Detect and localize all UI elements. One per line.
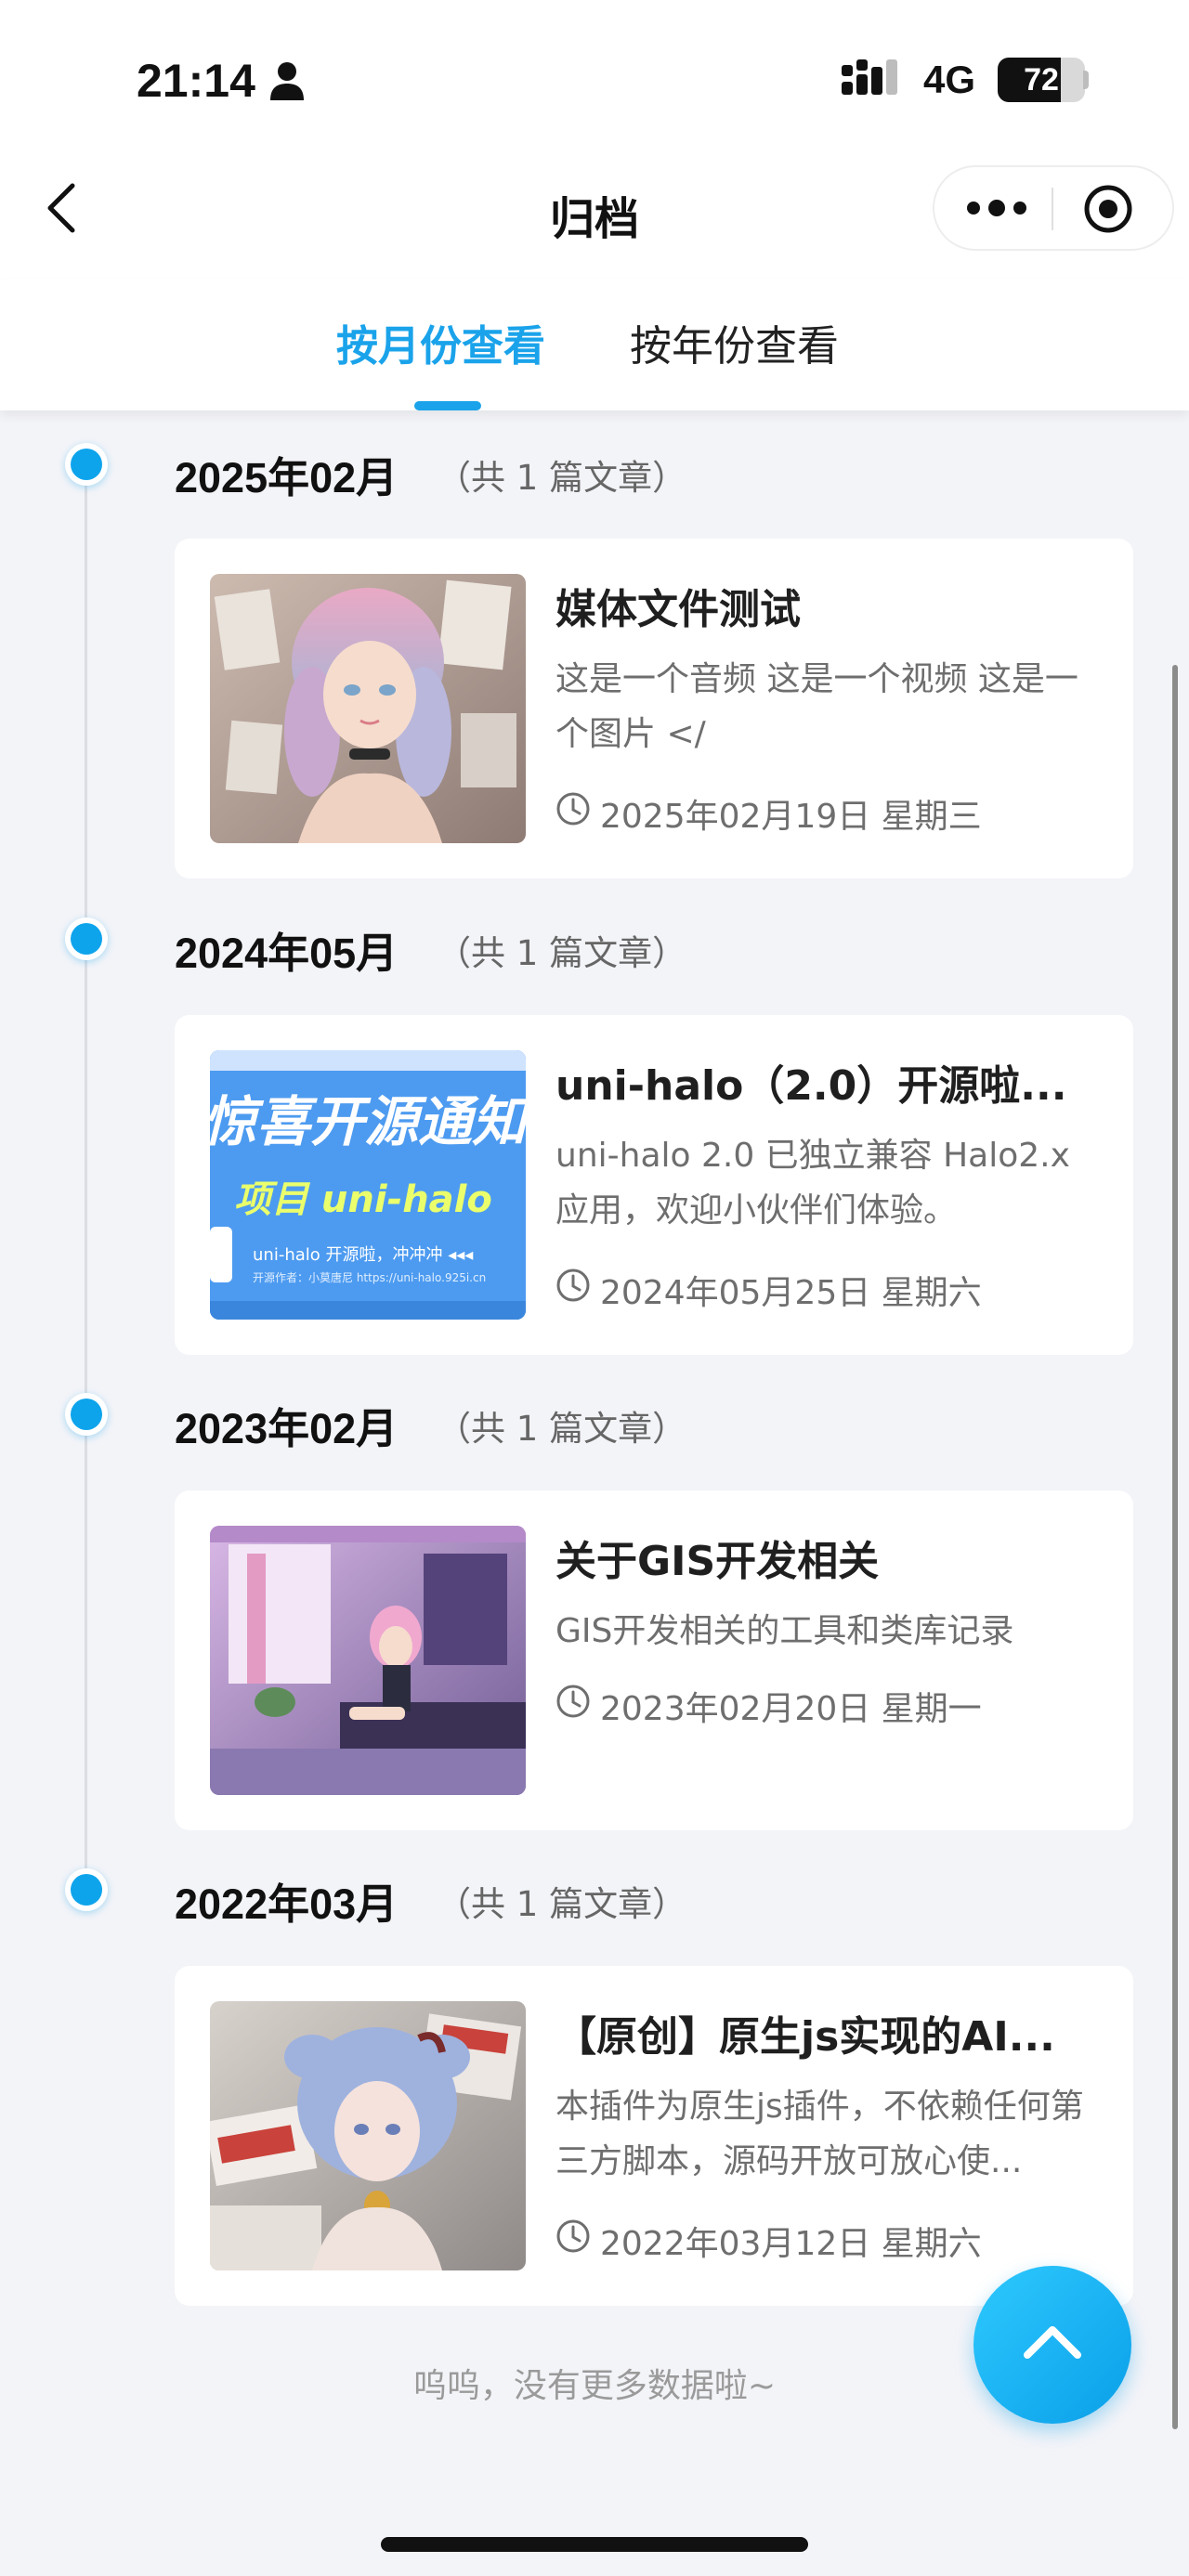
- back-to-top-button[interactable]: [973, 2266, 1131, 2424]
- post-image-room-scene: [210, 1526, 526, 1795]
- banner-project: 项目 uni-halo: [234, 1178, 492, 1221]
- scrollbar[interactable]: [1172, 665, 1178, 2429]
- nav-bar: 归档: [0, 158, 1189, 279]
- close-circle-icon[interactable]: [1081, 182, 1135, 236]
- network-type: 4G: [923, 58, 976, 101]
- group-count: （共 1 篇文章）: [437, 933, 687, 973]
- post-card[interactable]: 媒体文件测试 这是一个音频 这是一个视频 这是一个图片 </ 2025年02月1…: [175, 539, 1133, 878]
- archive-tabs: 按月份查看 按年份查看: [0, 279, 1189, 410]
- group-title: 2025年02月: [175, 454, 399, 501]
- post-image-girl-pink-hair: [210, 574, 526, 843]
- post-date: 2022年03月12日 星期六: [600, 2225, 982, 2263]
- group-title: 2024年05月: [175, 930, 399, 977]
- person-icon: [270, 62, 304, 100]
- group-title: 2023年02月: [175, 1405, 399, 1452]
- post-card[interactable]: 【原创】原生js实现的AI... 本插件为原生js插件，不依赖任何第三方脚本，源…: [175, 1966, 1133, 2306]
- timeline-dot: [65, 1868, 108, 1911]
- chevron-up-icon: [1024, 2326, 1081, 2359]
- battery-tip: [1083, 71, 1089, 89]
- mini-program-capsule: [933, 165, 1174, 251]
- post-title: uni-halo（2.0）开源啦...: [555, 1062, 1067, 1110]
- battery-level: 72: [1024, 62, 1059, 98]
- post-thumbnail: [210, 1526, 526, 1795]
- post-card[interactable]: 关于GIS开发相关 GIS开发相关的工具和类库记录 2023年02月20日 星期…: [175, 1490, 1133, 1830]
- post-excerpt: 这是一个音频 这是一个视频 这是一个图片 </: [555, 660, 1078, 753]
- post-excerpt: uni-halo 2.0 已独立兼容 Halo2.x 应用，欢迎小伙伴们体验。: [555, 1137, 1070, 1229]
- post-excerpt: GIS开发相关的工具和类库记录: [555, 1612, 1014, 1650]
- timeline-dot: [65, 1393, 108, 1436]
- clock-icon: [556, 1685, 590, 1718]
- clock-icon: [556, 2219, 590, 2253]
- post-date: 2025年02月19日 星期三: [600, 798, 982, 836]
- tab-by-year[interactable]: 按年份查看: [630, 312, 839, 372]
- tab-by-month[interactable]: 按月份查看: [336, 312, 545, 372]
- group-count: （共 1 篇文章）: [437, 1409, 687, 1449]
- status-time: 21:14: [137, 55, 255, 107]
- timeline-dot: [65, 917, 108, 960]
- banner-caption: uni-halo 开源啦，冲冲冲 ◂◂◂: [253, 1245, 474, 1265]
- home-indicator[interactable]: [381, 2537, 808, 2552]
- capsule-divider: [1052, 188, 1053, 230]
- signal-icon: [842, 59, 897, 95]
- banner-headline: 惊喜开源通知: [210, 1090, 526, 1153]
- clock-icon: [556, 1268, 590, 1302]
- timeline-line: [85, 464, 87, 1894]
- more-icon[interactable]: [964, 186, 1029, 230]
- post-date: 2024年05月25日 星期六: [600, 1274, 982, 1312]
- group-count: （共 1 篇文章）: [437, 1884, 687, 1924]
- clock-icon: [556, 792, 590, 826]
- group-title: 2022年03月: [175, 1880, 399, 1928]
- post-card[interactable]: 惊喜开源通知 项目 uni-halo uni-halo 开源啦，冲冲冲 ◂◂◂ …: [175, 1015, 1133, 1355]
- post-image-anime-girl: [210, 2001, 526, 2270]
- status-bar: 21:14 4G 72: [0, 0, 1189, 158]
- tab-active-indicator: [414, 401, 481, 410]
- battery-icon: 72: [998, 58, 1085, 102]
- post-excerpt: 本插件为原生js插件，不依赖任何第三方脚本，源码开放可放心使...: [555, 2088, 1084, 2180]
- post-date: 2023年02月20日 星期一: [600, 1690, 982, 1728]
- post-thumbnail: [210, 574, 526, 843]
- post-title: 【原创】原生js实现的AI...: [555, 2013, 1055, 2061]
- post-thumbnail: 惊喜开源通知 项目 uni-halo uni-halo 开源啦，冲冲冲 ◂◂◂ …: [210, 1050, 526, 1320]
- timeline-dot: [65, 443, 108, 486]
- group-count: （共 1 篇文章）: [437, 458, 687, 498]
- post-title: 媒体文件测试: [555, 586, 801, 633]
- banner-author: 开源作者：小莫唐尼 https://uni-halo.925i.cn: [253, 1271, 487, 1284]
- post-thumbnail: [210, 2001, 526, 2270]
- post-title: 关于GIS开发相关: [555, 1538, 880, 1585]
